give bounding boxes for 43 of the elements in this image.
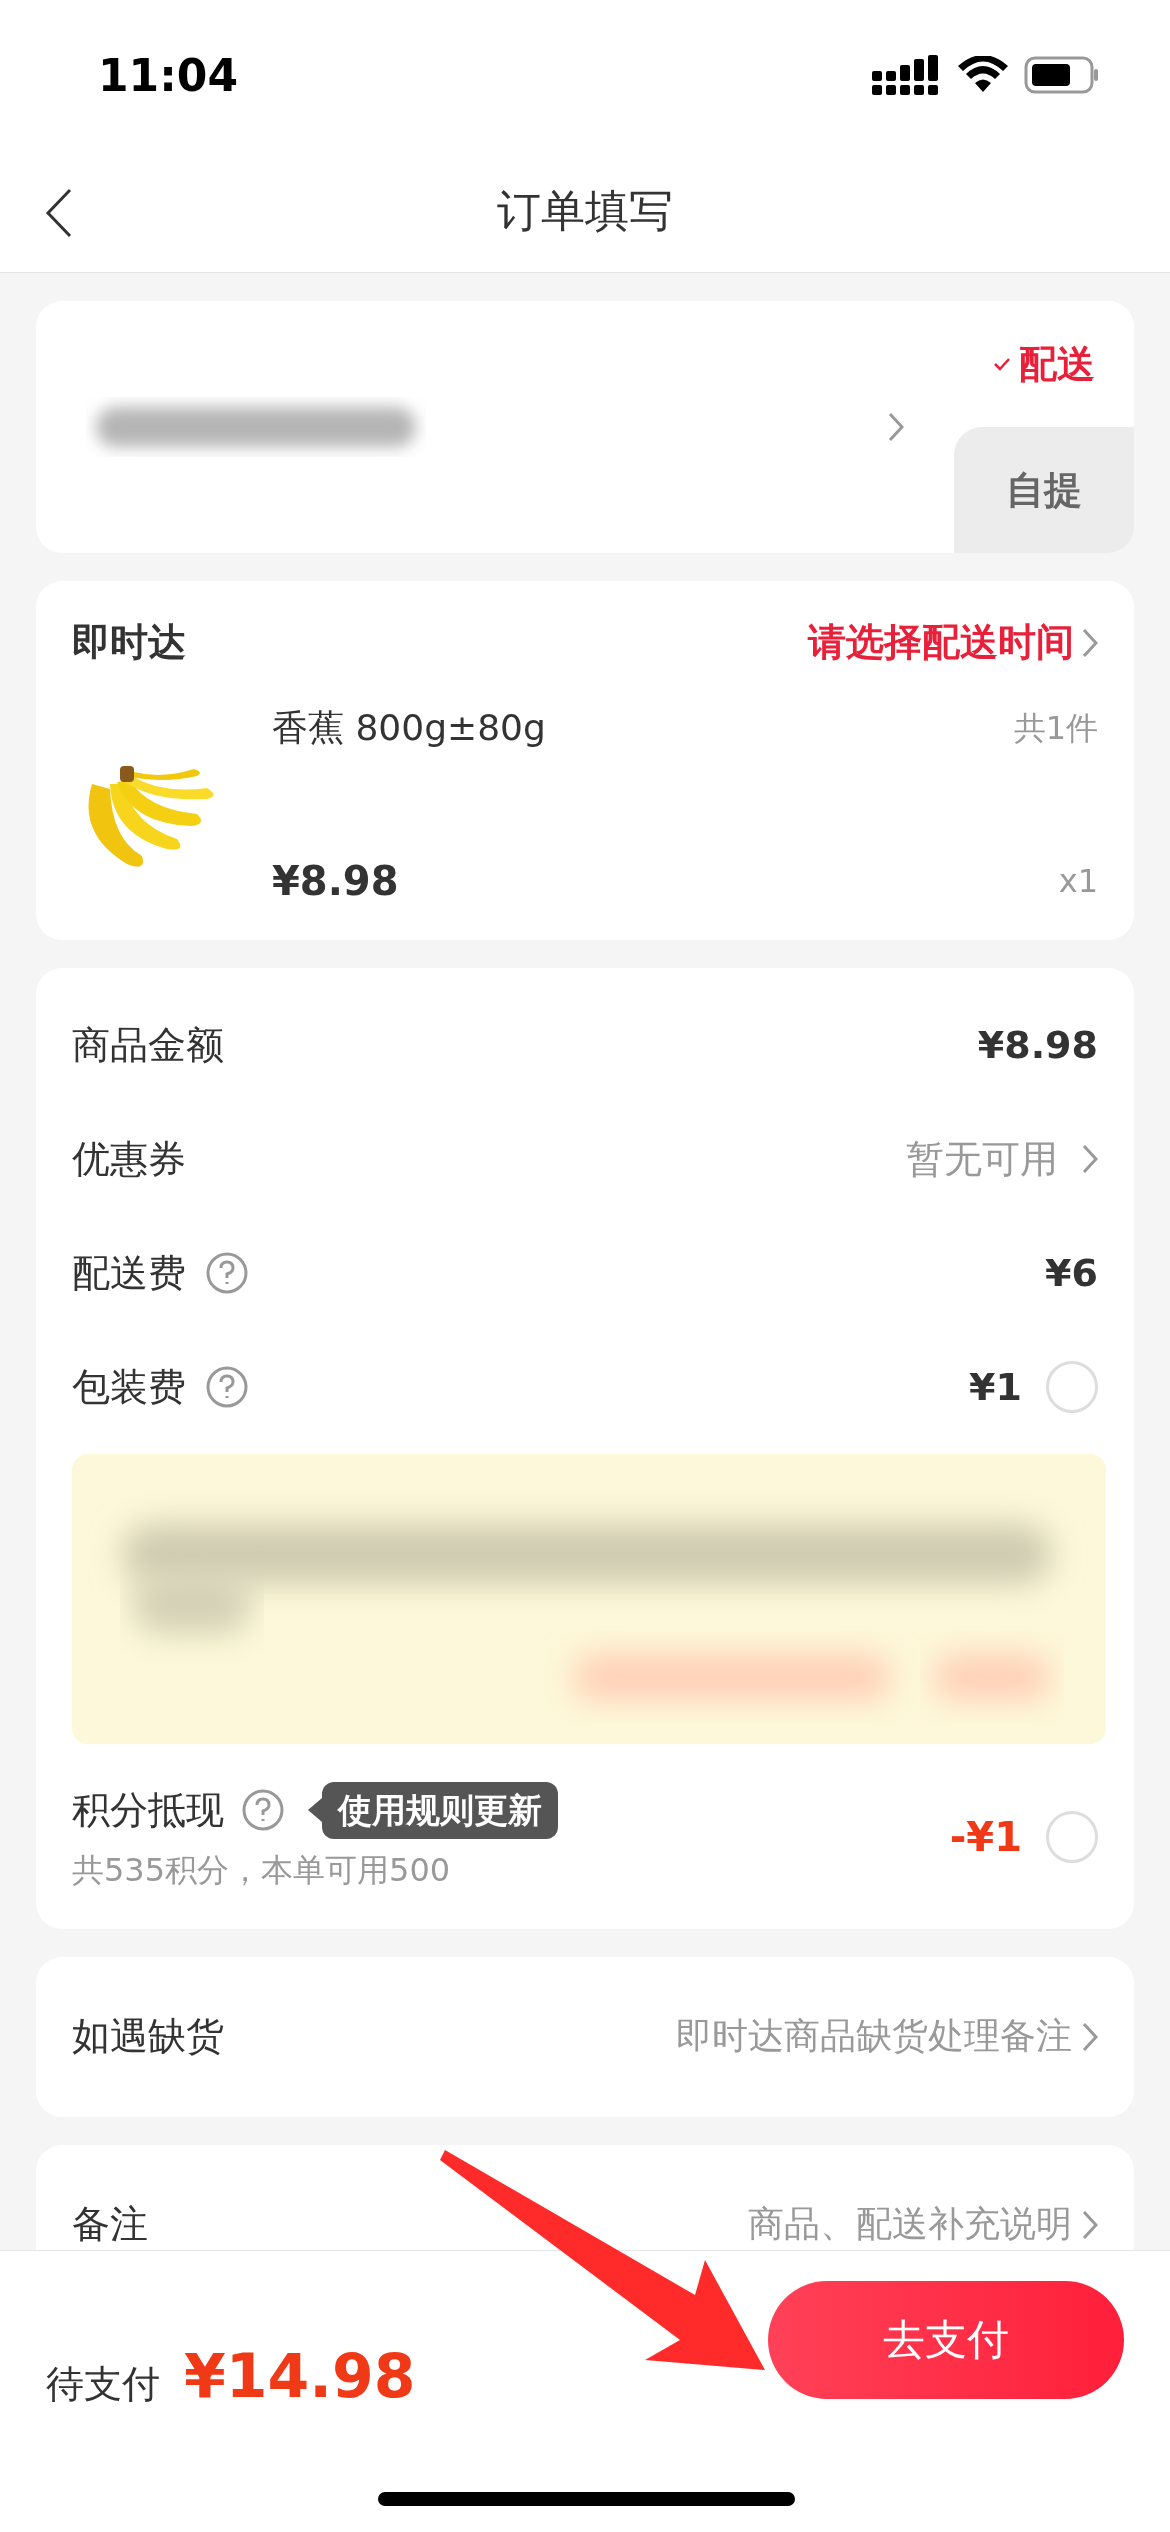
remark-link[interactable]: 商品、配送补充说明	[748, 2200, 1098, 2250]
fee-label: 配送费	[72, 1249, 186, 1297]
tooltip-pointer	[308, 1798, 322, 1823]
fee-label: 商品金额	[72, 1021, 224, 1069]
item-count: 共1件	[1013, 707, 1098, 749]
help-icon[interactable]	[206, 1366, 248, 1408]
fee-value: ¥8.98	[977, 1023, 1098, 1067]
product-price: ¥8.98	[272, 858, 399, 904]
chevron-icon	[1082, 627, 1098, 658]
chevron-icon	[1082, 1144, 1098, 1174]
product-name: 香蕉 800g±80g	[272, 706, 546, 750]
quantity: x1	[1058, 862, 1098, 900]
remark-label: 备注	[72, 2201, 148, 2249]
chevron-icon	[888, 412, 904, 442]
fee-label: 包装费	[72, 1363, 186, 1411]
points-discount: -¥1	[949, 1814, 1022, 1861]
chevron-icon	[1082, 2209, 1098, 2240]
coupon-link[interactable]: 暂无可用	[906, 1133, 1098, 1185]
radio-button[interactable]	[1046, 1811, 1098, 1864]
delivery-time-link[interactable]: 请选择配送时间	[808, 617, 1098, 668]
fee-label: 优惠券	[72, 1135, 186, 1183]
pay-button[interactable]: 去支付	[768, 2281, 1124, 2399]
radio-button[interactable]	[1046, 1361, 1098, 1413]
section-title: 即时达	[72, 619, 186, 666]
out-of-stock-link[interactable]: 即时达商品缺货处理备注	[676, 2012, 1098, 2062]
total-amount: ¥14.98	[184, 2341, 416, 2411]
points-detail: 共535积分，本单可用500	[72, 1849, 452, 1891]
help-icon[interactable]	[206, 1252, 248, 1294]
wifi-icon	[958, 56, 1008, 94]
back-icon[interactable]	[44, 188, 74, 238]
status-time: 11:04	[98, 49, 239, 101]
battery-icon	[1024, 56, 1100, 94]
page-title: 订单填写	[497, 183, 673, 238]
total-label: 待支付	[46, 2361, 160, 2408]
chevron-icon	[1082, 2021, 1098, 2052]
check-icon	[993, 357, 1011, 371]
delivery-tab[interactable]: 自提	[954, 427, 1134, 553]
help-icon[interactable]	[242, 1789, 284, 1832]
fee-value: ¥6	[1045, 1251, 1098, 1295]
points-label: 积分抵现	[72, 1786, 224, 1834]
fee-value: ¥1	[969, 1365, 1022, 1409]
out-of-stock-label: 如遇缺货	[72, 2013, 224, 2061]
tooltip: 使用规则更新	[322, 1782, 558, 1839]
